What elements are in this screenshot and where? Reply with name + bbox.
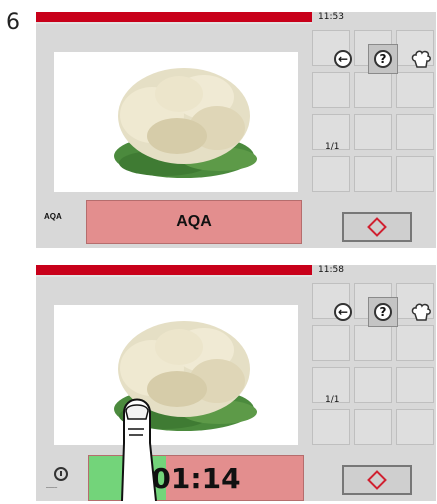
chef-button[interactable] [406, 297, 436, 327]
page-count: 1/1 [325, 142, 340, 152]
food-image [54, 305, 298, 445]
screen-2: 11:58 –––– 01:14 ← ? 1/1 [36, 265, 436, 501]
help-icon: ? [374, 50, 392, 68]
food-label: AQA [44, 212, 62, 221]
touching-finger-icon [121, 398, 157, 501]
cauliflower-image [114, 321, 257, 431]
screen-1: 11:53 AQA AQA ← ? 1/1 [36, 12, 436, 248]
help-button[interactable]: ? [368, 297, 398, 327]
food-image [54, 52, 298, 192]
clock: 11:58 [318, 265, 344, 275]
chef-hat-icon [411, 50, 431, 68]
cauliflower-image [114, 68, 257, 178]
top-bar [36, 12, 312, 24]
timer-caption: –––– [46, 485, 58, 491]
name-field[interactable]: AQA [86, 200, 302, 244]
top-bar [36, 265, 312, 277]
help-button[interactable]: ? [368, 44, 398, 74]
back-button[interactable]: ← [328, 44, 358, 74]
start-button[interactable] [342, 465, 412, 495]
start-diamond-icon [367, 217, 387, 237]
start-button[interactable] [342, 212, 412, 242]
step-number: 6 [6, 10, 20, 35]
help-icon: ? [374, 303, 392, 321]
chef-hat-icon [411, 303, 431, 321]
back-button[interactable]: ← [328, 297, 358, 327]
back-arrow-icon: ← [334, 303, 352, 321]
chef-button[interactable] [406, 44, 436, 74]
back-arrow-icon: ← [334, 50, 352, 68]
page-count: 1/1 [325, 395, 340, 405]
start-diamond-icon [367, 470, 387, 490]
clock: 11:53 [318, 12, 344, 22]
timer-icon [54, 467, 68, 481]
